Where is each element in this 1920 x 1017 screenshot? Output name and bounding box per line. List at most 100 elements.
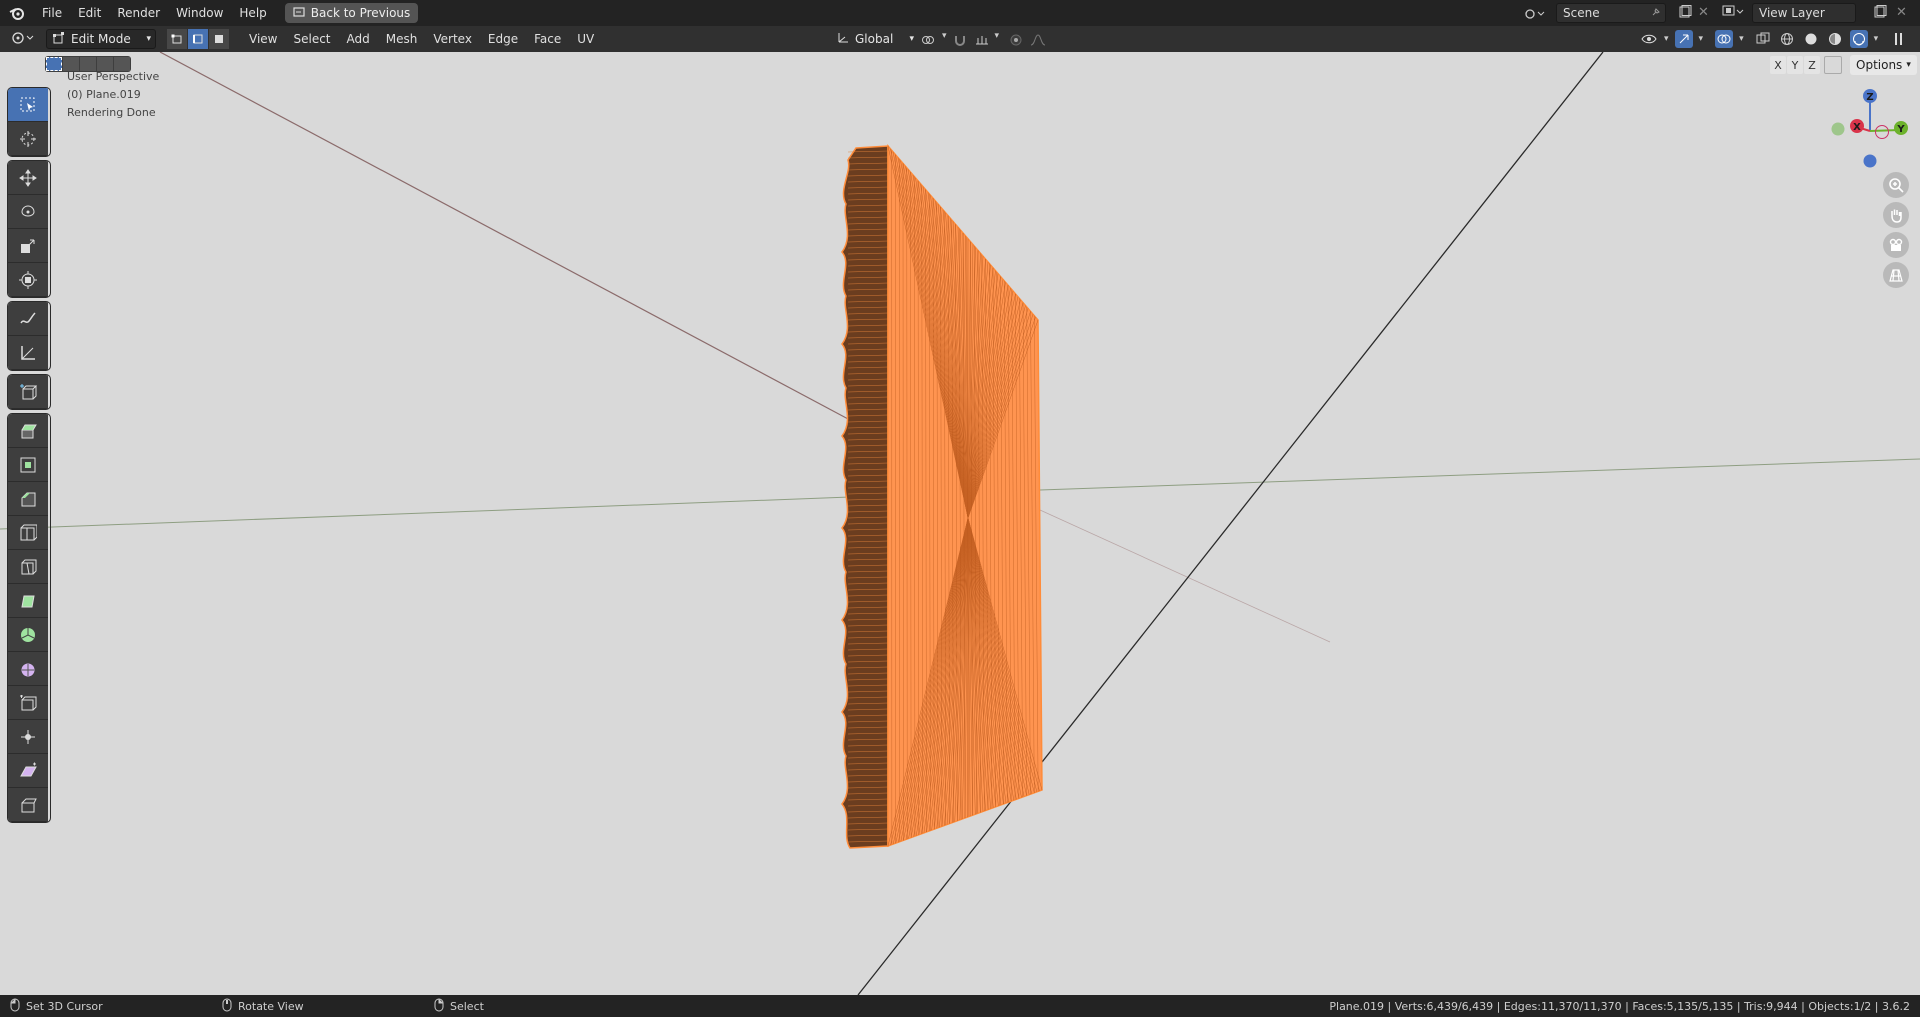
shear-tool[interactable] [8,754,48,788]
camera-view-button[interactable] [1883,232,1909,258]
viewport-display-controls: ▾ ▾ ▾ ▾ [1640,30,1908,48]
rip-tool[interactable] [8,788,48,822]
menu-view[interactable]: View [241,32,285,46]
view-layer-selector[interactable]: View Layer [1752,3,1856,23]
header-menus: View Select Add Mesh Vertex Edge Face UV [241,32,602,46]
menu-file[interactable]: File [34,2,70,24]
chevron-down-icon: ▾ [1906,60,1911,70]
add-cube-icon [20,383,37,399]
new-view-layer-icon[interactable] [1873,5,1887,22]
sidebar-toggle-icon[interactable] [1890,30,1908,48]
overlays-icon[interactable] [1715,30,1734,48]
menu-vertex[interactable]: Vertex [425,32,480,46]
view-layer-name[interactable]: View Layer [1759,6,1825,20]
menu-edge[interactable]: Edge [480,32,526,46]
menu-window[interactable]: Window [168,2,231,24]
scene-type-icon[interactable] [1524,3,1554,23]
rendered-shading-icon[interactable] [1849,30,1868,48]
menu-render[interactable]: Render [109,2,168,24]
gizmo-z-label: Z [1866,92,1873,103]
spin-icon [21,627,35,642]
extrude-tool[interactable] [8,414,48,448]
menu-face[interactable]: Face [526,32,569,46]
poly-build-icon [21,595,35,607]
render-status-label: Rendering Done [67,106,156,119]
edge-select-mode-button[interactable] [188,29,208,49]
loop-cut-tool[interactable] [8,516,48,550]
status-right-label: Select [450,999,484,1013]
select-mode-group [166,29,229,49]
add-cube-tool[interactable] [8,375,48,409]
select-intersect-icon[interactable] [114,57,130,71]
pivot-point-icon[interactable] [920,31,938,49]
scene-name[interactable]: Scene [1563,6,1600,20]
menu-edit[interactable]: Edit [70,2,109,24]
back-to-previous-button[interactable]: Back to Previous [284,3,419,23]
menu-mesh[interactable]: Mesh [378,32,426,46]
cursor-tool[interactable] [8,122,48,156]
material-shading-icon[interactable] [1826,30,1844,48]
status-right-hint: Select [434,998,484,1015]
wireframe-shading-icon[interactable] [1778,30,1796,48]
3d-viewport[interactable]: User Perspective (0) Plane.019 Rendering… [0,52,1920,995]
gizmo-toggle-icon[interactable] [1674,30,1693,48]
select-invert-icon[interactable] [97,57,113,71]
inset-tool[interactable] [8,448,48,482]
delete-view-layer-icon[interactable]: ✕ [1896,5,1907,20]
poly-build-tool[interactable] [8,584,48,618]
smooth-tool[interactable] [8,652,48,686]
xray-toggle-icon[interactable] [1754,30,1772,48]
vertex-select-mode-button[interactable] [167,29,187,49]
transform-tool[interactable] [8,263,48,297]
x-axis-line-far [1039,509,1331,643]
edge-slide-tool[interactable] [8,686,48,720]
solid-shading-icon[interactable] [1802,30,1820,48]
navigation-gizmo[interactable]: Z X Y [1826,86,1916,176]
move-tool[interactable] [8,161,48,195]
new-scene-icon[interactable] [1678,5,1692,22]
face-select-mode-button[interactable] [209,29,229,49]
select-box-tool[interactable] [8,88,48,122]
view-layer-icon[interactable] [1722,4,1746,21]
pivot-snapping-group: ▾ ▾ [920,31,1047,49]
select-extend-icon[interactable] [63,57,79,71]
shrink-fatten-tool[interactable] [8,720,48,754]
menu-uv[interactable]: UV [569,32,602,46]
menu-select[interactable]: Select [285,32,338,46]
shrink-fatten-icon [21,729,35,744]
loop-cut-icon [20,524,37,540]
perspective-toggle-button[interactable] [1883,262,1909,288]
falloff-curve-icon[interactable] [1029,31,1047,49]
mirror-z-button[interactable]: Z [1804,56,1820,74]
menu-add[interactable]: Add [339,32,378,46]
select-new-icon[interactable] [46,57,62,71]
mirror-x-button[interactable]: X [1770,56,1786,74]
transform-orientation-dropdown[interactable]: Global ▾ [836,29,914,49]
auto-merge-icon[interactable] [1824,56,1842,74]
delete-scene-icon[interactable]: ✕ [1698,5,1709,20]
scale-tool[interactable] [8,229,48,263]
menu-help[interactable]: Help [231,2,274,24]
visibility-eye-icon[interactable] [1640,30,1658,48]
mirror-y-button[interactable]: Y [1787,56,1803,74]
measure-tool[interactable] [8,336,48,370]
mode-dropdown[interactable]: Edit Mode ▾ [46,29,156,49]
bevel-tool[interactable] [8,482,48,516]
proportional-editing-icon[interactable] [1007,31,1025,49]
select-subtract-icon[interactable] [80,57,96,71]
pin-icon[interactable] [1651,6,1661,20]
snap-increment-icon[interactable] [973,31,991,49]
zoom-view-button[interactable] [1883,172,1909,198]
pan-view-button[interactable] [1883,202,1909,228]
annotate-tool[interactable] [8,302,48,336]
options-dropdown[interactable]: Options ▾ [1850,55,1917,75]
scene-selector[interactable]: Scene [1556,3,1666,23]
gizmo-neg-x-axis [1875,125,1889,139]
snap-magnet-icon[interactable] [951,31,969,49]
mouse-left-icon [10,998,20,1015]
rotate-tool[interactable] [8,195,48,229]
editor-type-icon[interactable] [10,30,38,49]
knife-tool[interactable] [8,550,48,584]
blender-logo-icon[interactable] [0,6,34,20]
spin-tool[interactable] [8,618,48,652]
